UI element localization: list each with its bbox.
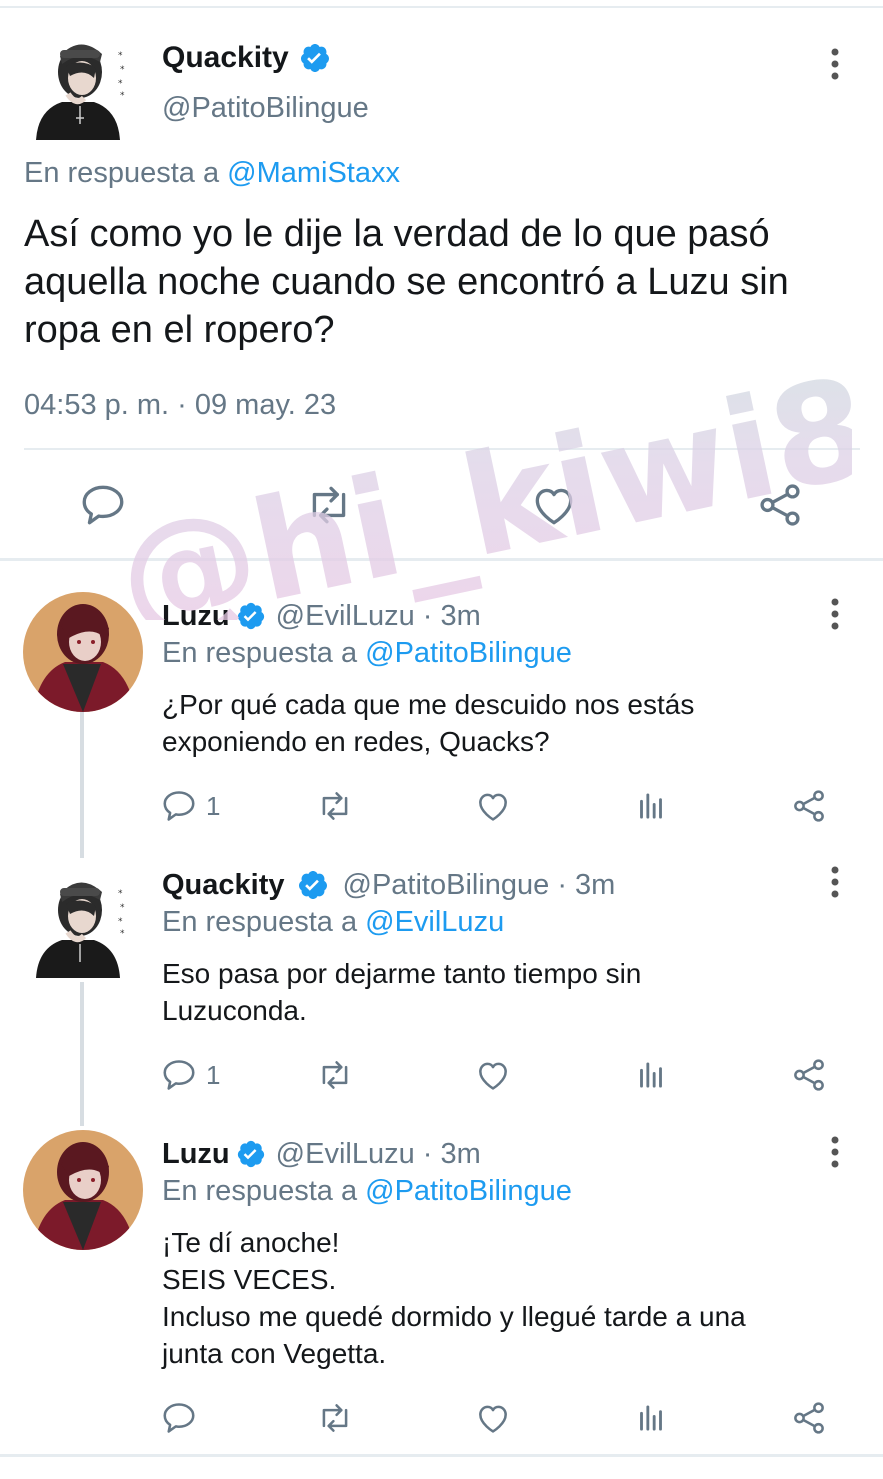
reply-text: ¡Te dí anoche! SEIS VECES. Incluso me qu… bbox=[162, 1224, 852, 1372]
comment-action[interactable] bbox=[160, 1396, 206, 1440]
reply-author-name[interactable]: Luzu bbox=[162, 596, 230, 636]
retweet-icon[interactable] bbox=[304, 480, 354, 530]
main-reply-context: En respuesta a @MamiStaxx bbox=[24, 153, 400, 193]
svg-text:*: * bbox=[120, 91, 125, 101]
reply-to-link[interactable]: @PatitoBilingue bbox=[365, 1175, 572, 1207]
reply-action-bar: 1 bbox=[160, 784, 840, 828]
comment-action[interactable]: 1 bbox=[160, 1053, 220, 1097]
reply-text-line: SEIS VECES. bbox=[162, 1264, 337, 1295]
svg-text:*: * bbox=[120, 65, 125, 75]
reply-author-handle[interactable]: @EvilLuzu · 3m bbox=[276, 1134, 481, 1174]
reply-text-line: Luzuconda. bbox=[162, 995, 307, 1026]
analytics-icon[interactable] bbox=[632, 1053, 670, 1097]
main-divider bbox=[24, 448, 860, 450]
verified-badge-icon bbox=[297, 869, 329, 901]
thread-line bbox=[80, 712, 84, 858]
more-options-icon[interactable] bbox=[825, 594, 845, 634]
main-tweet-text: Así como yo le dije la verdad de lo que … bbox=[24, 213, 789, 351]
reply-text-line: ¡Te dí anoche! bbox=[162, 1227, 340, 1258]
comment-icon[interactable] bbox=[160, 787, 198, 825]
heart-icon[interactable] bbox=[474, 1396, 512, 1440]
share-icon[interactable] bbox=[790, 1053, 828, 1097]
heart-icon[interactable] bbox=[474, 784, 512, 828]
heart-icon[interactable] bbox=[529, 480, 579, 530]
reply-text-line: junta con Vegetta. bbox=[162, 1338, 387, 1369]
main-action-bar bbox=[0, 470, 883, 540]
reply-header: Quackity @PatitoBilingue · 3m bbox=[162, 865, 615, 905]
reply-text: ¿Por qué cada que me descuido nos estás … bbox=[162, 686, 852, 760]
retweet-icon[interactable] bbox=[316, 784, 354, 828]
more-options-icon[interactable] bbox=[825, 862, 845, 902]
thread-line bbox=[80, 982, 84, 1126]
retweet-icon[interactable] bbox=[316, 1396, 354, 1440]
author-name-text[interactable]: Quackity bbox=[162, 38, 289, 78]
reply-action-bar: 1 bbox=[160, 1053, 840, 1097]
main-author-handle[interactable]: @PatitoBilingue bbox=[162, 88, 369, 128]
reply-to-link[interactable]: @PatitoBilingue bbox=[365, 637, 572, 669]
reply-author-name[interactable]: Quackity bbox=[162, 865, 285, 905]
reply-context: En respuesta a @PatitoBilingue bbox=[162, 1172, 572, 1210]
svg-text:*: * bbox=[118, 79, 123, 89]
analytics-icon[interactable] bbox=[632, 1396, 670, 1440]
main-author-name[interactable]: Quackity bbox=[162, 38, 331, 78]
section-divider bbox=[0, 558, 883, 561]
svg-text:*: * bbox=[120, 903, 125, 913]
quackity-avatar[interactable]: * * * * bbox=[24, 870, 134, 980]
reply-prefix: En respuesta a bbox=[162, 1175, 358, 1207]
reply-author-handle[interactable]: @EvilLuzu · 3m bbox=[276, 596, 481, 636]
comment-icon[interactable] bbox=[160, 1399, 198, 1437]
reply-text-line: Eso pasa por dejarme tanto tiempo sin bbox=[162, 958, 642, 989]
verified-badge-icon bbox=[236, 601, 266, 631]
reply-to-link[interactable]: @MamiStaxx bbox=[227, 157, 400, 189]
reply-text-line: exponiendo en redes, Quacks? bbox=[162, 726, 550, 757]
svg-text:*: * bbox=[118, 889, 123, 899]
share-icon[interactable] bbox=[790, 784, 828, 828]
heart-icon[interactable] bbox=[474, 1053, 512, 1097]
svg-text:*: * bbox=[118, 917, 123, 927]
reply-to-link[interactable]: @EvilLuzu bbox=[365, 906, 504, 938]
comment-icon[interactable] bbox=[160, 1056, 198, 1094]
bottom-divider bbox=[0, 1454, 883, 1457]
svg-text:*: * bbox=[120, 929, 125, 939]
verified-badge-icon bbox=[299, 42, 331, 74]
verified-badge-icon bbox=[236, 1139, 266, 1169]
luzu-avatar[interactable] bbox=[23, 592, 143, 712]
share-icon[interactable] bbox=[790, 1396, 828, 1440]
svg-text:*: * bbox=[118, 51, 123, 61]
reply-author-name[interactable]: Luzu bbox=[162, 1134, 230, 1174]
comment-count: 1 bbox=[206, 1059, 221, 1090]
analytics-icon[interactable] bbox=[632, 784, 670, 828]
comment-icon[interactable] bbox=[78, 480, 128, 530]
main-tweet-timestamp[interactable]: 04:53 p. m. · 09 may. 23 bbox=[24, 385, 336, 425]
luzu-avatar[interactable] bbox=[23, 1130, 143, 1250]
reply-text-line: Incluso me quedé dormido y llegué tarde … bbox=[162, 1301, 746, 1332]
comment-count: 1 bbox=[206, 790, 221, 821]
reply-context: En respuesta a @EvilLuzu bbox=[162, 903, 504, 941]
quackity-avatar[interactable]: * * * * bbox=[24, 32, 134, 142]
top-border bbox=[0, 0, 883, 8]
more-options-icon[interactable] bbox=[825, 44, 845, 84]
reply-text-line: ¿Por qué cada que me descuido nos estás bbox=[162, 689, 695, 720]
retweet-icon[interactable] bbox=[316, 1053, 354, 1097]
more-options-icon[interactable] bbox=[825, 1132, 845, 1172]
reply-context: En respuesta a @PatitoBilingue bbox=[162, 634, 572, 672]
reply-header: Luzu @EvilLuzu · 3m bbox=[162, 596, 481, 636]
reply-author-handle[interactable]: @PatitoBilingue · 3m bbox=[343, 865, 616, 905]
share-icon[interactable] bbox=[755, 480, 805, 530]
reply-prefix: En respuesta a bbox=[162, 906, 358, 938]
reply-text: Eso pasa por dejarme tanto tiempo sin Lu… bbox=[162, 955, 852, 1029]
reply-prefix: En respuesta a bbox=[24, 157, 220, 189]
comment-action[interactable]: 1 bbox=[160, 784, 220, 828]
reply-header: Luzu @EvilLuzu · 3m bbox=[162, 1134, 481, 1174]
reply-prefix: En respuesta a bbox=[162, 637, 358, 669]
reply-action-bar bbox=[160, 1396, 840, 1440]
